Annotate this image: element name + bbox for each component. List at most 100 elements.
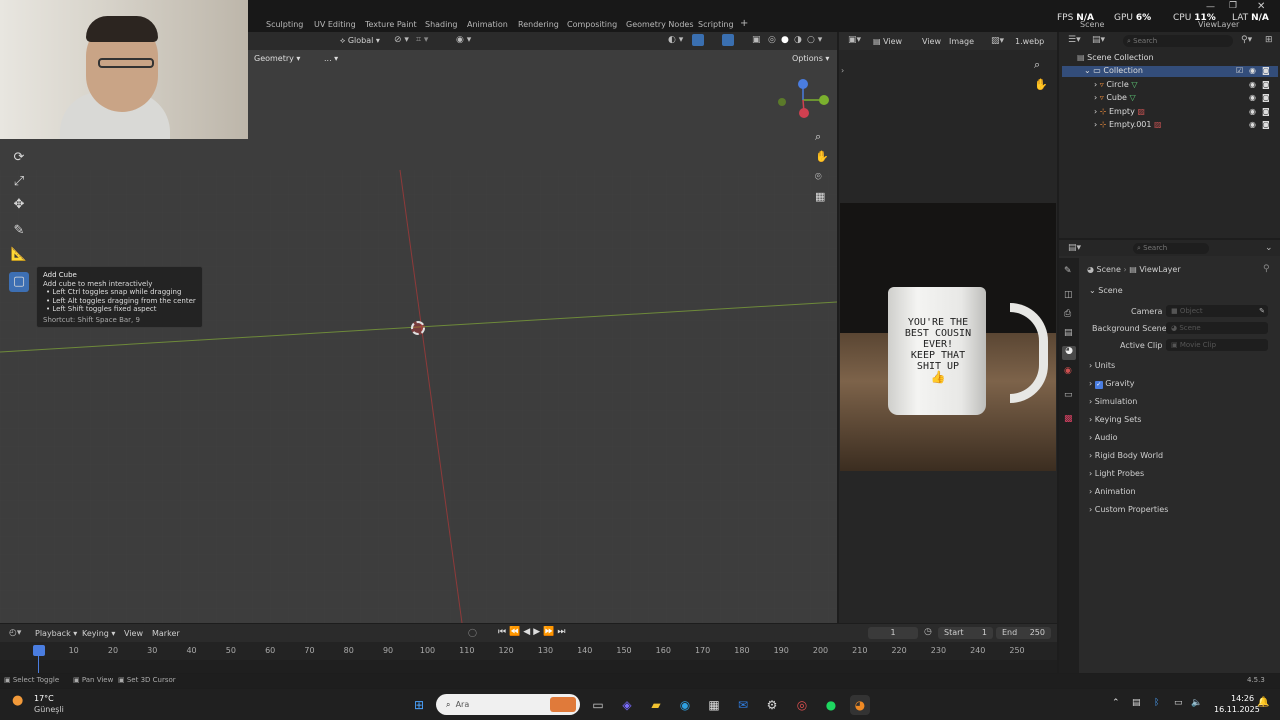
edge-icon[interactable]: ◉ [675,695,695,715]
close-icon[interactable]: ✕ [1257,1,1265,12]
background-scene-field[interactable]: ◕ Scene [1166,322,1268,334]
rotate-tool-icon[interactable]: ⟳ [9,148,29,168]
clock-date[interactable]: 16.11.2025 [1214,705,1260,714]
blender-icon[interactable]: ◕ [850,695,870,715]
minimize-icon[interactable]: — [1206,2,1215,12]
orientation-dropdown[interactable]: ⟡ Global ▾ [340,36,380,46]
camera-icon[interactable]: ◙ [1262,120,1270,129]
camera-view-icon[interactable]: ⌾ [815,170,822,184]
maximize-icon[interactable]: ❐ [1229,1,1237,11]
eyedropper-icon[interactable]: ✎ [1259,305,1268,317]
menu-view[interactable]: View [922,37,941,46]
tab-geometry-nodes[interactable]: Geometry Nodes [626,20,693,29]
outliner-item-empty[interactable]: › ⊹ Empty ▨ [1094,107,1145,116]
collection-tab-icon[interactable]: ▭ [1064,390,1073,400]
settings-gear-icon[interactable]: ⚙ [762,695,782,715]
camera-icon[interactable]: ◙ [1262,80,1270,89]
tray-bluetooth-icon[interactable]: ᛒ [1154,698,1159,708]
playhead[interactable] [33,645,45,656]
camera-field[interactable]: ■ Object ✎ [1166,305,1268,317]
light-probes-panel[interactable]: › Light Probes [1089,466,1269,482]
checkbox-icon[interactable]: ☑ [1236,66,1243,75]
measure-tool-icon[interactable]: 📐 [9,245,29,265]
camera-icon[interactable]: ◙ [1262,66,1270,75]
transform-tool-icon[interactable]: ✥ [9,195,29,215]
simulation-panel[interactable]: › Simulation [1089,394,1269,410]
camera-icon[interactable]: ◙ [1262,93,1270,102]
end-frame-field[interactable]: End 250 [996,627,1051,639]
active-clip-field[interactable]: ▣ Movie Clip [1166,339,1268,351]
clock-icon[interactable]: ◷ [924,627,932,637]
texture-tab-icon[interactable]: ▩ [1064,414,1073,424]
rigid-body-world-panel[interactable]: › Rigid Body World [1089,448,1269,464]
units-panel[interactable]: › Units [1089,358,1269,374]
mode-dropdown[interactable]: Geometry ▾ [254,54,300,63]
timeline-type-icon[interactable]: ◴▾ [9,628,21,638]
copilot-icon[interactable]: ◈ [617,695,637,715]
overlay-toggle-icon[interactable] [722,34,734,46]
material-shading-icon[interactable]: ◑ [794,35,802,45]
weather-desc[interactable]: Güneşli [34,705,64,714]
outliner-item-cube[interactable]: › ▿ Cube ▽ [1094,93,1136,102]
more-dropdown[interactable]: ... ▾ [324,54,338,63]
task-view-icon[interactable]: ▭ [588,695,608,715]
mail-icon[interactable]: ✉ [733,695,753,715]
xray-icon[interactable]: ▣ [752,35,761,45]
pivot-icon[interactable]: ⊘ ▾ [394,35,409,45]
gravity-panel[interactable]: › ✓ Gravity [1089,376,1269,392]
eye-icon[interactable]: ◉ [1249,107,1256,116]
tray-chevron-icon[interactable]: ⌃ [1112,698,1120,708]
audio-panel[interactable]: › Audio [1089,430,1269,446]
tool-tab-icon[interactable]: ✎ [1064,266,1072,276]
outliner-type-icon[interactable]: ☰▾ [1068,35,1081,45]
world-tab-icon[interactable]: ◉ [1064,366,1072,376]
playback-controls[interactable]: ⏮⏪◀▶⏩⏭ [498,627,568,637]
visibility-icon[interactable]: ◐ ▾ [668,35,683,45]
start-frame-field[interactable]: Start 1 [938,627,993,639]
image-zoom-icon[interactable]: ⌕ [1034,58,1040,72]
outliner-item-circle[interactable]: › ▿ Circle ▽ [1094,80,1137,89]
eye-icon[interactable]: ◉ [1249,120,1256,129]
render-tab-icon[interactable]: ◫ [1064,290,1073,300]
image-pan-icon[interactable]: ✋ [1034,78,1048,91]
network-icon[interactable]: ▭ [1174,698,1183,708]
volume-icon[interactable]: 🔈 [1191,698,1202,708]
keying-menu[interactable]: Keying ▾ [82,629,115,638]
sidebar-toggle-icon[interactable]: › [841,66,844,75]
record-icon[interactable]: ◯ [468,628,477,637]
options-dropdown[interactable]: Options ▾ [792,54,829,63]
eye-icon[interactable]: ◉ [1249,80,1256,89]
spotify-icon[interactable]: ● [821,695,841,715]
tab-rendering[interactable]: Rendering [518,20,559,29]
weather-temp[interactable]: 17°C [34,694,54,703]
store-icon[interactable]: ▦ [704,695,724,715]
hand-pan-icon[interactable]: ✋ [815,150,829,163]
start-button-icon[interactable]: ⊞ [409,695,429,715]
animation-panel[interactable]: › Animation [1089,484,1269,500]
annotate-tool-icon[interactable]: ✎ [9,221,29,241]
editor-type-icon[interactable]: ▣▾ [848,35,861,45]
view-menu[interactable]: View [124,629,143,638]
solid-shading-icon[interactable]: ● [781,35,789,45]
properties-search-input[interactable]: ⌕ Search [1133,243,1209,254]
custom-properties-panel[interactable]: › Custom Properties [1089,502,1269,518]
outliner-search-input[interactable]: ⌕ Search [1123,35,1233,47]
tab-scripting[interactable]: Scripting [698,20,734,29]
notification-bell-icon[interactable]: 🔔 [1257,697,1269,708]
gizmo-toggle-icon[interactable] [692,34,704,46]
scale-tool-icon[interactable]: ⤢ [9,172,29,192]
image-view-mode-dropdown[interactable]: ▤ View [873,37,902,46]
tray-app-icon[interactable]: ▤ [1132,698,1141,708]
navigation-gizmo[interactable] [772,76,834,122]
tab-animation[interactable]: Animation [467,20,508,29]
scene-collection-row[interactable]: ▤ Scene Collection [1077,53,1154,62]
zoom-icon[interactable]: ⌕ [815,130,821,144]
tab-texture-paint[interactable]: Texture Paint [365,20,417,29]
wireframe-shading-icon[interactable]: ◎ [768,35,776,45]
tab-compositing[interactable]: Compositing [567,20,617,29]
tab-shading[interactable]: Shading [425,20,458,29]
eye-icon[interactable]: ◉ [1249,93,1256,102]
collection-row[interactable]: ⌄ ▭ Collection [1084,66,1143,75]
perspective-grid-icon[interactable]: ▦ [815,190,825,203]
filter-icon[interactable]: ⚲▾ [1241,35,1252,45]
